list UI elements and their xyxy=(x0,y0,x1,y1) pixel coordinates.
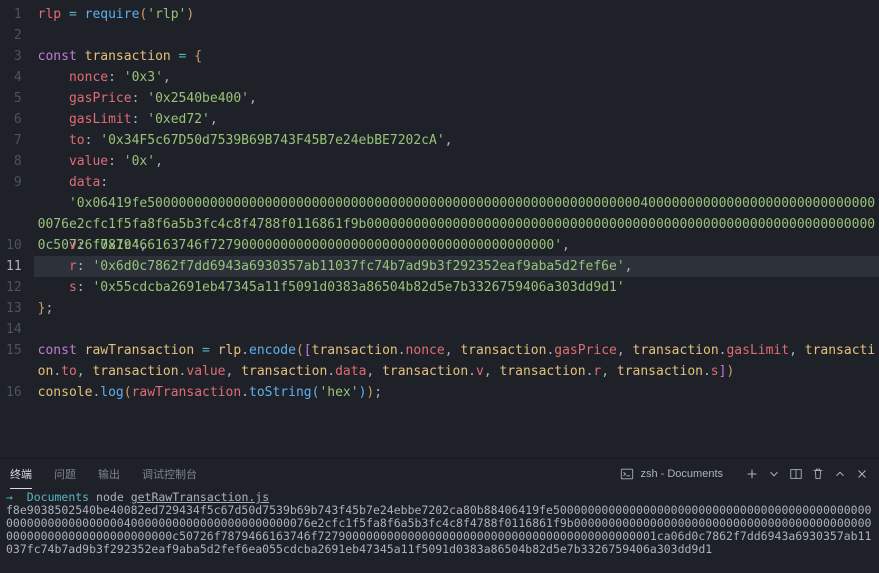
terminal-icon xyxy=(620,467,634,481)
code-line[interactable] xyxy=(34,25,879,46)
panel-tab-bar: 终端 问题 输出 调试控制台 zsh - Documents xyxy=(0,459,879,489)
bottom-panel: 终端 问题 输出 调试控制台 zsh - Documents → Documen… xyxy=(0,458,879,573)
code-line[interactable]: to: '0x34F5c67D50d7539B69B743F45B7e24ebB… xyxy=(34,130,879,151)
close-icon[interactable] xyxy=(855,467,869,481)
code-line[interactable]: }; xyxy=(34,298,879,319)
new-terminal-icon[interactable] xyxy=(745,467,759,481)
tab-problems[interactable]: 问题 xyxy=(54,460,76,488)
chevron-down-icon[interactable] xyxy=(767,467,781,481)
code-line[interactable] xyxy=(34,319,879,340)
line-number-gutter: 1 2 3 4 5 6 7 8 9 10 11 12 13 14 15 16 xyxy=(0,0,34,458)
code-line[interactable]: value: '0x', xyxy=(34,151,879,172)
code-line[interactable]: gasLimit: '0xed72', xyxy=(34,109,879,130)
code-line[interactable]: gasPrice: '0x2540be400', xyxy=(34,88,879,109)
code-line[interactable]: rlp = require('rlp') xyxy=(34,4,879,25)
code-line[interactable]: const rawTransaction = rlp.encode([trans… xyxy=(34,340,879,382)
chevron-up-icon[interactable] xyxy=(833,467,847,481)
code-editor[interactable]: 1 2 3 4 5 6 7 8 9 10 11 12 13 14 15 16 r… xyxy=(0,0,879,458)
tab-debug-console[interactable]: 调试控制台 xyxy=(142,460,197,488)
code-line[interactable]: const transaction = { xyxy=(34,46,879,67)
tab-terminal[interactable]: 终端 xyxy=(10,460,32,489)
code-line[interactable]: nonce: '0x3', xyxy=(34,67,879,88)
code-line[interactable]: s: '0x55cdcba2691eb47345a11f5091d0383a86… xyxy=(34,277,879,298)
terminal-shell-label[interactable]: zsh - Documents xyxy=(612,467,723,481)
code-line[interactable]: data: '0x06419fe500000000000000000000000… xyxy=(34,172,879,235)
terminal-output[interactable]: → Documents node getRawTransaction.js f8… xyxy=(0,489,879,573)
split-terminal-icon[interactable] xyxy=(789,467,803,481)
code-line[interactable]: console.log(rawTransaction.toString('hex… xyxy=(34,382,879,403)
code-line[interactable]: r: '0x6d0c7862f7dd6943a6930357ab11037fc7… xyxy=(34,256,879,277)
tab-output[interactable]: 输出 xyxy=(98,460,120,488)
code-content[interactable]: rlp = require('rlp') const transaction =… xyxy=(34,0,879,458)
trash-icon[interactable] xyxy=(811,467,825,481)
